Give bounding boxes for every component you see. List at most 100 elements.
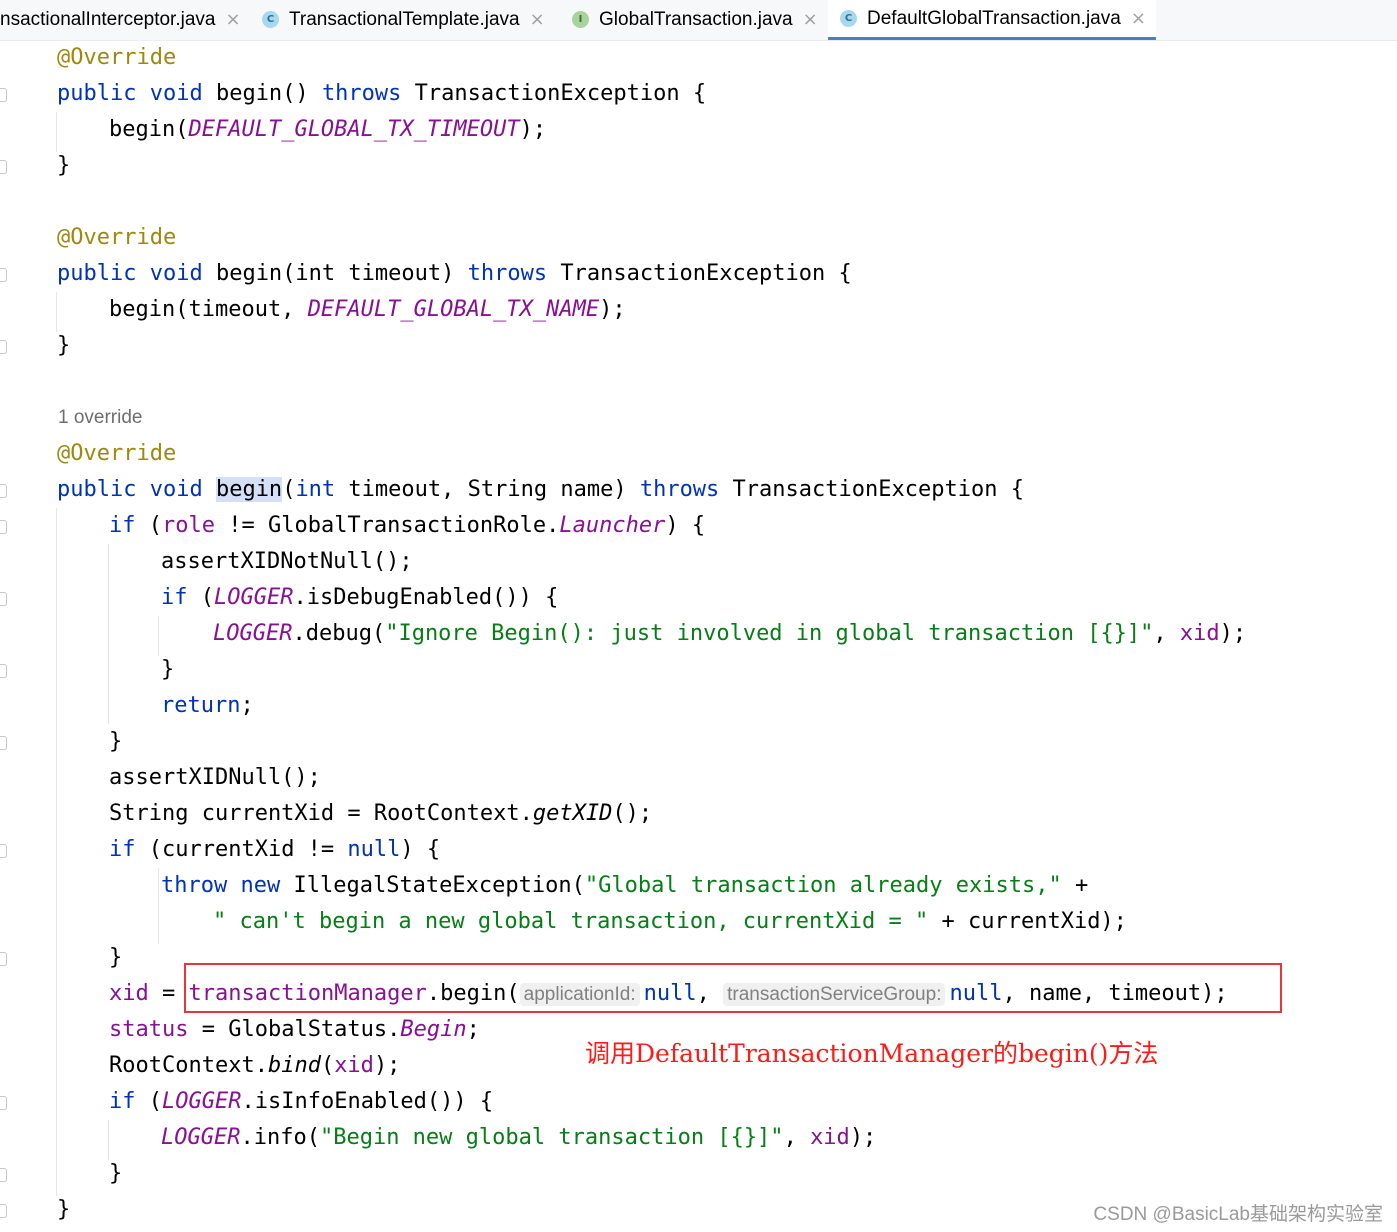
method-name[interactable]: begin <box>216 81 282 106</box>
constant: LOGGER <box>213 621 293 646</box>
indent-guide <box>56 292 57 332</box>
code-text: timeout, String name) <box>335 477 640 502</box>
fold-marker[interactable] <box>0 340 7 354</box>
code-line: public void begin(int timeout) throws Tr… <box>57 256 852 292</box>
code-text: () <box>282 81 322 106</box>
field: xid <box>810 1125 850 1150</box>
code-line: if (LOGGER.isInfoEnabled()) { <box>109 1084 493 1120</box>
keyword: if <box>109 1089 136 1114</box>
editor-tab-bar: nsactionalInterceptor.java × C Transacti… <box>0 0 1397 41</box>
annotation-note: 调用DefaultTransactionManager的begin()方法 <box>585 1039 1159 1068</box>
fold-marker[interactable] <box>0 1204 7 1218</box>
close-icon[interactable]: × <box>225 9 240 30</box>
code-line: if (currentXid != null) { <box>109 832 440 868</box>
keyword: public void <box>57 477 216 502</box>
fold-marker[interactable] <box>0 952 7 966</box>
constant: Begin <box>400 1017 467 1042</box>
code-line: " can't begin a new global transaction, … <box>213 904 1127 940</box>
code-text: .isInfoEnabled()) { <box>241 1089 494 1114</box>
tab-default-global-transaction[interactable]: C DefaultGlobalTransaction.java × <box>828 0 1156 40</box>
code-text: , <box>783 1125 811 1150</box>
class-icon: C <box>262 11 279 28</box>
fold-marker[interactable] <box>0 520 7 534</box>
code-text: assertXIDNotNull(); <box>161 549 413 574</box>
code-line: RootContext.bind(xid); <box>109 1048 400 1084</box>
indent-guide <box>158 868 159 944</box>
code-text: ); <box>599 297 626 322</box>
code-text: .debug( <box>292 621 386 646</box>
highlight-box <box>184 963 1282 1013</box>
code-text: ( <box>320 1053 335 1078</box>
code-line: public void begin(int timeout, String na… <box>57 472 1024 508</box>
code-text: ; <box>466 1017 480 1042</box>
tab-transactional-interceptor[interactable]: nsactionalInterceptor.java × <box>0 0 241 39</box>
string-literal: "Begin new global transaction [{}]" <box>319 1125 784 1150</box>
code-line: assertXIDNotNull(); <box>161 544 413 580</box>
fold-marker[interactable] <box>0 844 7 858</box>
code-text: , <box>1153 621 1180 646</box>
tab-transactional-template[interactable]: C TransactionalTemplate.java × <box>262 0 545 39</box>
code-line: @Override <box>57 40 176 76</box>
fold-marker[interactable] <box>0 1168 7 1182</box>
code-text: } <box>57 333 71 358</box>
fold-marker[interactable] <box>0 88 7 102</box>
code-text: + <box>1061 873 1089 898</box>
code-line: if (LOGGER.isDebugEnabled()) { <box>161 580 558 616</box>
code-text: begin(timeout, <box>109 297 308 322</box>
fold-marker[interactable] <box>0 1096 7 1110</box>
code-text: (); <box>612 801 653 826</box>
code-text: ( <box>282 477 296 502</box>
indent-guide <box>56 508 57 1196</box>
tab-global-transaction[interactable]: I GlobalTransaction.java × <box>572 0 818 39</box>
keyword: null <box>347 837 401 862</box>
fold-marker[interactable] <box>0 592 7 606</box>
code-text: RootContext. <box>109 1053 268 1078</box>
tab-label: GlobalTransaction.java <box>599 8 793 30</box>
annotation-override: @Override <box>57 45 177 70</box>
constant: Launcher <box>559 513 666 538</box>
code-line: throw new IllegalStateException("Global … <box>161 868 1088 904</box>
code-line: begin(DEFAULT_GLOBAL_TX_TIMEOUT); <box>109 112 546 148</box>
code-text: ( <box>187 585 214 610</box>
fold-marker[interactable] <box>0 484 7 498</box>
code-text: ); <box>1219 621 1247 646</box>
code-line: begin(timeout, DEFAULT_GLOBAL_TX_NAME); <box>109 292 626 328</box>
code-line: public void begin() throws TransactionEx… <box>57 76 706 112</box>
code-line: assertXIDNull(); <box>109 760 321 796</box>
fold-marker[interactable] <box>0 268 7 282</box>
code-text: = GlobalStatus. <box>188 1017 401 1042</box>
code-text: } <box>109 1161 123 1186</box>
method-name[interactable]: begin <box>216 261 282 286</box>
code-text: } <box>57 153 71 178</box>
field: xid <box>334 1053 374 1078</box>
annotation-override: @Override <box>57 225 177 250</box>
override-code-lens[interactable]: 1 override <box>58 400 143 436</box>
fold-marker[interactable] <box>0 664 7 678</box>
keyword: throws <box>321 81 402 106</box>
code-text: TransactionException { <box>401 81 707 106</box>
code-line: LOGGER.info("Begin new global transactio… <box>161 1120 876 1156</box>
code-line: } <box>57 328 70 364</box>
annotation-override: @Override <box>57 441 177 466</box>
string-literal: "Ignore Begin(): just involved in global… <box>385 621 1154 646</box>
class-icon: C <box>840 10 857 27</box>
tab-label: TransactionalTemplate.java <box>289 8 520 30</box>
fold-marker[interactable] <box>0 736 7 750</box>
code-text: ); <box>519 117 547 142</box>
close-icon[interactable]: × <box>530 9 545 30</box>
close-icon[interactable]: × <box>1131 8 1146 29</box>
code-line: return; <box>161 688 254 724</box>
indent-guide <box>108 1120 109 1160</box>
constant: DEFAULT_GLOBAL_TX_NAME <box>307 297 600 322</box>
code-line: @Override <box>57 220 176 256</box>
code-text: } <box>109 945 123 970</box>
code-line: String currentXid = RootContext.getXID()… <box>109 796 652 832</box>
tab-label: DefaultGlobalTransaction.java <box>867 7 1121 29</box>
method-name-highlighted[interactable]: begin <box>215 477 283 502</box>
fold-marker[interactable] <box>0 160 7 174</box>
code-text: } <box>161 657 175 682</box>
field: status <box>109 1017 189 1042</box>
close-icon[interactable]: × <box>803 9 818 30</box>
static-method: getXID <box>532 801 613 826</box>
keyword: int <box>295 477 336 502</box>
